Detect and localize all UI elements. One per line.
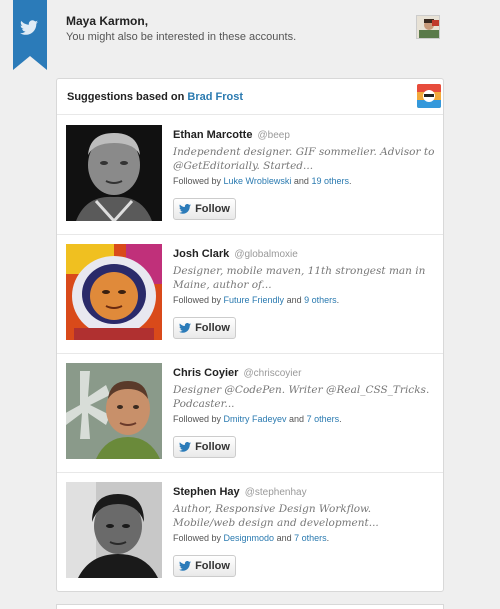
followed-by-suffix: . [336,295,340,305]
suggestion-row: Chris Coyier @chriscoyier Designer @Code… [57,354,443,473]
account-bio: Author, Responsive Design Workflow. Mobi… [173,503,379,529]
account-name-line: Chris Coyier @chriscoyier [173,367,301,379]
twitter-bird-icon [179,561,192,571]
followed-by-link[interactable]: Luke Wroblewski [224,176,292,186]
account-handle[interactable]: @globalmoxie [234,249,298,260]
twitter-ribbon-icon [13,0,47,70]
greeting-message: You might also be interested in these ac… [66,31,297,43]
suggestion-row: Ethan Marcotte @beep Independent designe… [57,116,443,235]
followed-by-link[interactable]: Dmitry Fadeyev [224,414,287,424]
followed-by-link[interactable]: Designmodo [224,533,275,543]
follow-button[interactable]: Follow [173,436,236,458]
followed-by-suffix: . [348,176,352,186]
follow-button-label: Follow [195,560,230,572]
followed-by-and: and [274,533,295,543]
followed-by-prefix: Followed by [173,295,224,305]
follow-button-label: Follow [195,203,230,215]
followed-by-prefix: Followed by [173,414,224,424]
account-name[interactable]: Josh Clark [173,248,229,260]
twitter-bird-icon [179,204,192,214]
followed-by: Followed by Designmodo and 7 others. [173,533,329,543]
profile-photo[interactable] [66,125,162,221]
account-name[interactable]: Ethan Marcotte [173,129,252,141]
next-card-edge [56,604,444,609]
followed-others-link[interactable]: 9 others [304,295,337,305]
account-name-line: Ethan Marcotte @beep [173,129,290,141]
followed-by-suffix: . [326,533,330,543]
followed-by-prefix: Followed by [173,533,224,543]
followed-by-link[interactable]: Future Friendly [224,295,285,305]
account-name-line: Josh Clark @globalmoxie [173,248,298,260]
followed-others-link[interactable]: 7 others [294,533,327,543]
suggestion-row: Stephen Hay @stephenhay Author, Responsi… [57,473,443,592]
account-bio: Designer @CodePen. Writer @Real_CSS_Tric… [173,384,430,410]
followed-by-and: and [286,414,307,424]
account-name-line: Stephen Hay @stephenhay [173,486,307,498]
followed-by: Followed by Future Friendly and 9 others… [173,295,339,305]
user-avatar[interactable] [416,15,440,39]
profile-photo[interactable] [66,482,162,578]
followed-others-link[interactable]: 19 others [311,176,349,186]
email-header: Maya Karmon, You might also be intereste… [0,0,500,70]
account-bio: Independent designer. GIF sommelier. Adv… [173,146,435,172]
followed-by: Followed by Luke Wroblewski and 19 other… [173,176,351,186]
profile-photo[interactable] [66,244,162,340]
profile-photo[interactable] [66,363,162,459]
greeting-name: Maya Karmon, [66,14,149,28]
followed-by-and: and [284,295,305,305]
card-header: Suggestions based on Brad Frost [57,79,443,115]
account-handle[interactable]: @chriscoyier [243,368,301,379]
follow-button[interactable]: Follow [173,555,236,577]
follow-button-label: Follow [195,322,230,334]
suggestions-card: Suggestions based on Brad Frost Ethan Ma… [56,78,444,592]
based-on-link[interactable]: Brad Frost [187,91,243,103]
account-name[interactable]: Chris Coyier [173,367,238,379]
account-handle[interactable]: @stephenhay [245,487,307,498]
followed-by-suffix: . [339,414,342,424]
suggestion-row: Josh Clark @globalmoxie Designer, mobile… [57,235,443,354]
follow-button-label: Follow [195,441,230,453]
followed-by-and: and [291,176,312,186]
followed-by-prefix: Followed by [173,176,224,186]
card-title-prefix: Suggestions based on [67,91,188,103]
account-bio: Designer, mobile maven, 11th strongest m… [173,265,426,291]
twitter-bird-icon [179,323,192,333]
card-title: Suggestions based on Brad Frost [67,91,243,103]
account-handle[interactable]: @beep [258,130,290,141]
follow-button[interactable]: Follow [173,198,236,220]
based-on-avatar[interactable] [417,84,441,108]
twitter-bird-icon [179,442,192,452]
follow-button[interactable]: Follow [173,317,236,339]
followed-others-link[interactable]: 7 others [307,414,340,424]
followed-by: Followed by Dmitry Fadeyev and 7 others. [173,414,342,424]
account-name[interactable]: Stephen Hay [173,486,240,498]
